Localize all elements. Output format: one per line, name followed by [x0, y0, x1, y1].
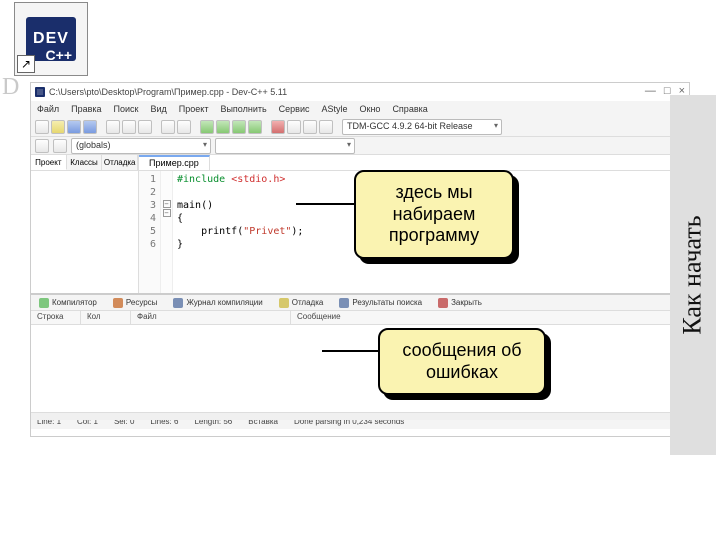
- col-col[interactable]: Кол: [81, 311, 131, 324]
- fold-toggle-icon[interactable]: −: [163, 200, 171, 208]
- col-line[interactable]: Строка: [31, 311, 81, 324]
- titlebar[interactable]: C:\Users\pto\Desktop\Program\Пример.cpp …: [31, 83, 689, 101]
- messages-header: Строка Кол Файл Сообщение: [31, 311, 689, 325]
- menu-view[interactable]: Вид: [151, 104, 167, 114]
- minimize-button[interactable]: —: [645, 85, 656, 97]
- forward-icon[interactable]: [53, 139, 67, 153]
- menu-search[interactable]: Поиск: [114, 104, 139, 114]
- callout-editor: здесь мы набираем программу: [354, 170, 514, 259]
- cleanup-icon[interactable]: [319, 120, 333, 134]
- close-tab-icon: [438, 298, 448, 308]
- side-panel: Проект Классы Отладка: [31, 155, 139, 293]
- debug-icon[interactable]: [271, 120, 285, 134]
- btab-log[interactable]: Журнал компиляции: [169, 297, 266, 309]
- btab-compiler[interactable]: Компилятор: [35, 297, 101, 309]
- compiler-combo[interactable]: TDM-GCC 4.9.2 64-bit Release: [342, 119, 502, 135]
- menu-tools[interactable]: Сервис: [279, 104, 310, 114]
- sidetab-project[interactable]: Проект: [31, 155, 67, 170]
- toolbar-secondary: (globals): [31, 137, 689, 155]
- resources-icon: [113, 298, 123, 308]
- code-text[interactable]: #include <stdio.h> main() { printf("Priv…: [173, 171, 307, 293]
- profiler-icon[interactable]: [303, 120, 317, 134]
- new-file-icon[interactable]: [35, 120, 49, 134]
- callout-2-tail: [322, 350, 378, 352]
- back-icon[interactable]: [35, 139, 49, 153]
- fold-toggle-icon[interactable]: −: [163, 209, 171, 217]
- col-message[interactable]: Сообщение: [291, 311, 689, 324]
- logo-dev-text: DEV: [33, 30, 69, 48]
- menu-help[interactable]: Справка: [392, 104, 427, 114]
- fold-gutter: − −: [161, 171, 173, 293]
- menu-astyle[interactable]: AStyle: [322, 104, 348, 114]
- redo-icon[interactable]: [138, 120, 152, 134]
- menu-project[interactable]: Проект: [179, 104, 209, 114]
- menu-window[interactable]: Окно: [360, 104, 381, 114]
- logo-cpp-text: C++: [46, 47, 72, 63]
- line-numbers: 1 2 3 4 5 6: [139, 171, 161, 293]
- ide-window: C:\Users\pto\Desktop\Program\Пример.cpp …: [30, 82, 690, 437]
- menu-edit[interactable]: Правка: [71, 104, 101, 114]
- rebuild-icon[interactable]: [248, 120, 262, 134]
- save-icon[interactable]: [67, 120, 81, 134]
- btab-search[interactable]: Результаты поиска: [335, 297, 426, 309]
- btab-close[interactable]: Закрыть: [434, 297, 486, 309]
- stop-icon[interactable]: [287, 120, 301, 134]
- menu-run[interactable]: Выполнить: [220, 104, 266, 114]
- sidetab-classes[interactable]: Классы: [67, 155, 103, 170]
- btab-resources[interactable]: Ресурсы: [109, 297, 162, 309]
- sidetab-debug[interactable]: Отладка: [102, 155, 138, 170]
- function-combo[interactable]: [215, 138, 355, 154]
- slide-title: Как начать: [678, 215, 708, 334]
- compiler-icon: [39, 298, 49, 308]
- shortcut-arrow-icon: ↗: [17, 55, 35, 73]
- menu-file[interactable]: Файл: [37, 104, 59, 114]
- messages-body[interactable]: [31, 325, 689, 413]
- horizontal-scrollbar[interactable]: [31, 412, 689, 420]
- bottom-tabs: Компилятор Ресурсы Журнал компиляции Отл…: [31, 293, 689, 311]
- menubar: Файл Правка Поиск Вид Проект Выполнить С…: [31, 101, 689, 117]
- app-icon: [35, 87, 45, 97]
- compile-run-icon[interactable]: [232, 120, 246, 134]
- search-tab-icon: [339, 298, 349, 308]
- print-icon[interactable]: [106, 120, 120, 134]
- replace-icon[interactable]: [177, 120, 191, 134]
- faded-d-label: D: [2, 74, 19, 101]
- find-icon[interactable]: [161, 120, 175, 134]
- window-title: C:\Users\pto\Desktop\Program\Пример.cpp …: [49, 87, 287, 97]
- compile-icon[interactable]: [200, 120, 214, 134]
- callout-errors: сообщения об ошибках: [378, 328, 546, 395]
- debug-tab-icon: [279, 298, 289, 308]
- open-icon[interactable]: [51, 120, 65, 134]
- scope-combo[interactable]: (globals): [71, 138, 211, 154]
- log-icon: [173, 298, 183, 308]
- saveall-icon[interactable]: [83, 120, 97, 134]
- toolbar-main: TDM-GCC 4.9.2 64-bit Release: [31, 117, 689, 137]
- devcpp-desktop-icon[interactable]: DEV C++ ↗: [14, 2, 88, 76]
- file-tab[interactable]: Пример.cpp: [139, 155, 210, 170]
- btab-debug[interactable]: Отладка: [275, 297, 328, 309]
- undo-icon[interactable]: [122, 120, 136, 134]
- col-file[interactable]: Файл: [131, 311, 291, 324]
- slide-title-block: Как начать: [670, 95, 716, 455]
- callout-1-tail: [296, 203, 354, 205]
- run-icon[interactable]: [216, 120, 230, 134]
